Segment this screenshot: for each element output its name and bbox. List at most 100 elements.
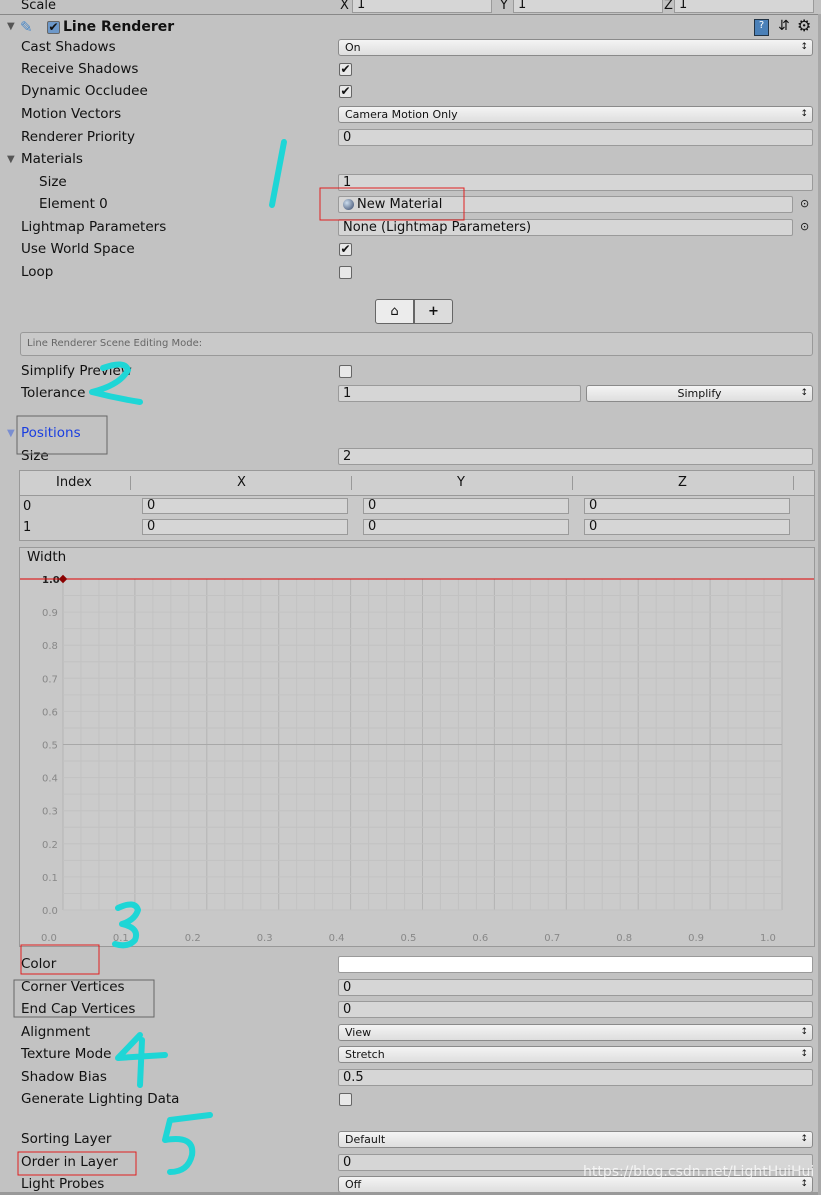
end-cap-vertices-field[interactable]: 0 [338, 1001, 813, 1018]
position-x-field[interactable]: 0 [142, 498, 348, 514]
simplify-button[interactable]: Simplify [586, 385, 813, 402]
corner-vertices-field[interactable]: 0 [338, 979, 813, 996]
row-index: 0 [23, 499, 32, 514]
object-picker-icon[interactable]: ⊙ [800, 220, 809, 233]
simplify-preview-label: Simplify Preview [21, 363, 132, 379]
y-tick-label: 0.8 [42, 641, 58, 652]
scale-label: Scale [21, 0, 56, 13]
x-label: X [340, 0, 349, 13]
header-index[interactable]: Index [56, 475, 92, 490]
y-tick-label: 0.0 [42, 906, 58, 917]
shadow-bias-field[interactable]: 0.5 [338, 1069, 813, 1086]
alignment-label: Alignment [21, 1024, 91, 1040]
annotation-number-1 [269, 139, 287, 208]
texture-mode-dropdown[interactable]: Stretch [338, 1046, 813, 1063]
y-label: Y [500, 0, 508, 13]
gear-icon[interactable]: ⚙ [797, 16, 811, 35]
position-y-field[interactable]: 0 [363, 519, 569, 535]
tolerance-field[interactable]: 1 [338, 385, 581, 402]
add-point-button[interactable]: + [414, 299, 453, 324]
preset-sliders-icon[interactable]: ⇵ [778, 18, 790, 34]
foldout-arrow-icon[interactable]: ▼ [7, 21, 15, 32]
y-tick-label: 0.5 [42, 741, 58, 752]
positions-foldout-icon[interactable]: ▼ [7, 428, 15, 439]
scale-y-field[interactable]: 1 [513, 0, 663, 13]
table-header: Index X Y Z [20, 471, 814, 496]
renderer-priority-label: Renderer Priority [21, 129, 135, 145]
y-tick-label: 1.0 [42, 575, 60, 586]
positions-size-label: Size [21, 448, 49, 464]
receive-shadows-checkbox[interactable]: ✔ [339, 63, 352, 76]
x-tick-label: 0.8 [616, 933, 632, 944]
position-z-field[interactable]: 0 [584, 498, 790, 514]
loop-label: Loop [21, 264, 54, 280]
scale-x-field[interactable]: 1 [352, 0, 492, 13]
header-x[interactable]: X [237, 475, 246, 490]
light-probes-label: Light Probes [21, 1176, 105, 1192]
divider [130, 476, 131, 490]
component-enabled-checkbox[interactable]: ✔ [47, 21, 60, 34]
lightmap-parameters-field[interactable]: None (Lightmap Parameters) [338, 219, 793, 236]
width-curve-editor[interactable]: Width 1.0 0.9 0.8 0.7 0.6 0.5 0.4 0.3 0.2 0.1 0.0 0… [19, 547, 815, 947]
materials-size-field[interactable]: 1 [338, 174, 813, 191]
y-tick-label: 0.9 [42, 608, 58, 619]
scale-row: Scale X 1 Y 1 Z 1 [0, 0, 821, 14]
y-tick-label: 0.7 [42, 674, 58, 685]
material-object-field[interactable]: New Material [338, 196, 793, 213]
color-field[interactable] [338, 956, 813, 973]
x-tick-label: 0.3 [257, 933, 273, 944]
y-tick-label: 0.4 [42, 774, 58, 785]
header-z[interactable]: Z [678, 475, 687, 490]
divider [0, 14, 821, 15]
tolerance-label: Tolerance [21, 385, 86, 401]
scene-editing-mode-label: Line Renderer Scene Editing Mode: [27, 338, 203, 349]
alignment-dropdown[interactable]: View [338, 1024, 813, 1041]
y-tick-label: 0.6 [42, 707, 58, 718]
cast-shadows-dropdown[interactable]: On [338, 39, 813, 56]
generate-lighting-label: Generate Lighting Data [21, 1091, 180, 1107]
materials-label[interactable]: Materials [21, 150, 83, 168]
dynamic-occludee-checkbox[interactable]: ✔ [339, 85, 352, 98]
object-picker-icon[interactable]: ⊙ [800, 197, 809, 210]
width-curve-plot[interactable]: 1.0 0.9 0.8 0.7 0.6 0.5 0.4 0.3 0.2 0.1 0.0 0.0 0.1 0… [20, 548, 814, 946]
position-y-field[interactable]: 0 [363, 498, 569, 514]
header-y[interactable]: Y [457, 475, 465, 490]
use-world-space-checkbox[interactable]: ✔ [339, 243, 352, 256]
x-tick-label: 0.6 [472, 933, 488, 944]
help-book-icon[interactable]: ? [754, 19, 769, 36]
component-title: Line Renderer [63, 19, 175, 35]
generate-lighting-checkbox[interactable] [339, 1093, 352, 1106]
scale-z-field[interactable]: 1 [674, 0, 814, 13]
x-tick-label: 0.0 [41, 933, 57, 944]
divider [572, 476, 573, 490]
positions-label[interactable]: Positions [21, 424, 81, 442]
corner-vertices-label: Corner Vertices [21, 979, 125, 995]
line-renderer-icon: ✎ [20, 18, 33, 36]
divider [793, 476, 794, 490]
element-0-label: Element 0 [39, 196, 108, 212]
watermark: https://blog.csdn.net/LightHuiHui [583, 1164, 815, 1180]
y-tick-label: 0.2 [42, 840, 58, 851]
loop-checkbox[interactable] [339, 266, 352, 279]
sorting-layer-label: Sorting Layer [21, 1131, 112, 1147]
x-tick-label: 0.4 [329, 933, 345, 944]
simplify-preview-checkbox[interactable] [339, 365, 352, 378]
table-row: 0 0 0 0 [20, 498, 814, 518]
edit-points-button[interactable]: ⌂ [375, 299, 414, 324]
position-x-field[interactable]: 0 [142, 519, 348, 535]
motion-vectors-label: Motion Vectors [21, 106, 122, 122]
x-tick-label: 0.7 [544, 933, 560, 944]
receive-shadows-label: Receive Shadows [21, 61, 139, 77]
material-sphere-icon [343, 199, 354, 210]
x-tick-label: 0.9 [688, 933, 704, 944]
x-tick-label: 0.5 [401, 933, 417, 944]
materials-foldout-icon[interactable]: ▼ [7, 154, 15, 165]
x-tick-label: 0.2 [185, 933, 201, 944]
renderer-priority-field[interactable]: 0 [338, 129, 813, 146]
annotation-number-5 [162, 1112, 213, 1175]
position-z-field[interactable]: 0 [584, 519, 790, 535]
positions-size-field[interactable]: 2 [338, 448, 813, 465]
sorting-layer-dropdown[interactable]: Default [338, 1131, 813, 1148]
lightmap-parameters-label: Lightmap Parameters [21, 219, 167, 235]
motion-vectors-dropdown[interactable]: Camera Motion Only [338, 106, 813, 123]
